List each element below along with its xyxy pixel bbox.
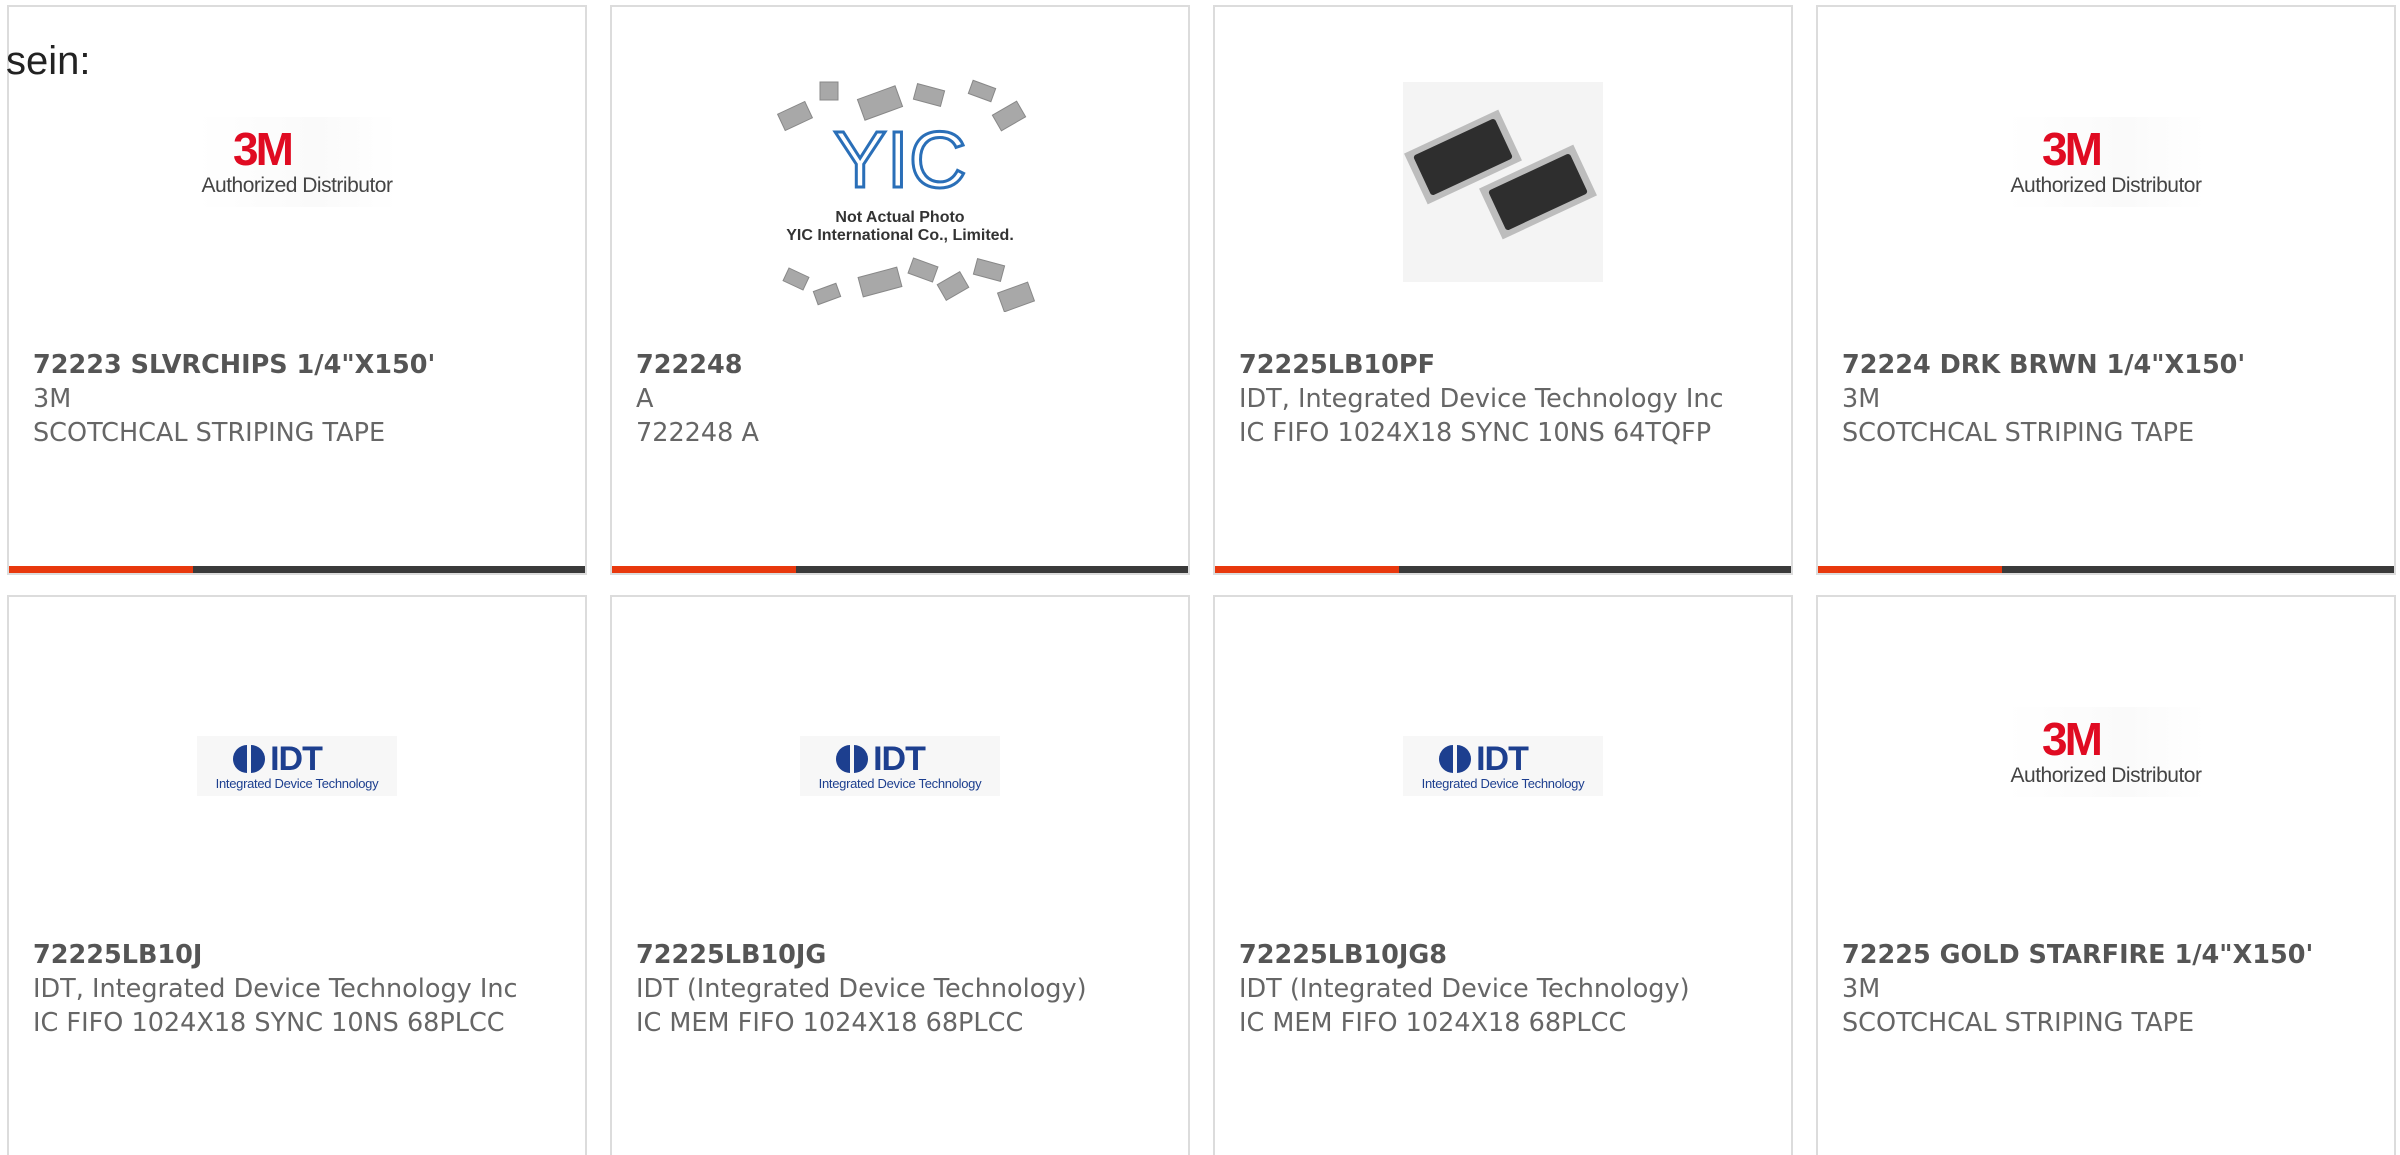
yic-not-actual-photo-label: Not Actual Photo xyxy=(835,209,964,226)
product-card[interactable]: 72225LB10PF IDT, Integrated Device Techn… xyxy=(1213,5,1793,575)
product-image[interactable]: IDT Integrated Device Technology xyxy=(1215,597,1791,927)
part-number-link[interactable]: 72225LB10JG xyxy=(636,938,1164,972)
product-card[interactable]: 3M Authorized Distributor 72224 DRK BRWN … xyxy=(1816,5,2396,575)
product-info: 72224 DRK BRWN 1/4"X150' 3M SCOTCHCAL ST… xyxy=(1842,348,2370,450)
manufacturer: 3M xyxy=(1842,384,1881,414)
product-info: 72225LB10JG IDT (Integrated Device Techn… xyxy=(636,938,1164,1040)
not-actual-photo-placeholder: YIC Not Actual PhotoYIC International Co.… xyxy=(776,79,1035,312)
tqfp-chip-photo xyxy=(1403,82,1603,282)
product-image[interactable]: 3M Authorized Distributor xyxy=(1818,597,2394,927)
manufacturer: IDT, Integrated Device Technology Inc xyxy=(1239,384,1724,414)
logo-idt-mark: IDT xyxy=(873,739,926,778)
product-info: 72223 SLVRCHIPS 1/4"X150' 3M SCOTCHCAL S… xyxy=(33,348,561,450)
product-image[interactable] xyxy=(1215,7,1791,337)
product-card[interactable]: IDT Integrated Device Technology 72225LB1… xyxy=(610,595,1190,1155)
yic-company-label: YIC International Co., Limited. xyxy=(786,227,1014,244)
product-description: SCOTCHCAL STRIPING TAPE xyxy=(1842,1008,2195,1038)
brand-logo-3m: 3M Authorized Distributor xyxy=(197,117,397,207)
card-footer-bar xyxy=(612,566,1188,573)
product-card[interactable]: 3M Authorized Distributor 72225 GOLD STAR… xyxy=(1816,595,2396,1155)
part-number-link[interactable]: 72225 GOLD STARFIRE 1/4"X150' xyxy=(1842,938,2370,972)
card-footer-bar xyxy=(1818,566,2394,573)
part-number-link[interactable]: 72225LB10JG8 xyxy=(1239,938,1767,972)
card-accent-bar xyxy=(9,566,194,573)
product-image[interactable]: 3M Authorized Distributor xyxy=(1818,7,2394,337)
logo-idt-mark: IDT xyxy=(270,739,323,778)
manufacturer: IDT (Integrated Device Technology) xyxy=(636,974,1087,1004)
part-number-link[interactable]: 72225LB10J xyxy=(33,938,561,972)
part-number-link[interactable]: 72225LB10PF xyxy=(1239,348,1767,382)
product-description: IC MEM FIFO 1024X18 68PLCC xyxy=(636,1008,1024,1038)
logo-idt-mark: IDT xyxy=(1476,739,1529,778)
card-accent-bar xyxy=(612,566,797,573)
brand-logo-idt: IDT Integrated Device Technology xyxy=(197,736,397,796)
logo-3m-subtitle: Authorized Distributor xyxy=(201,174,393,197)
brand-logo-3m: 3M Authorized Distributor xyxy=(2006,707,2206,797)
logo-3m-mark: 3M xyxy=(2042,713,2103,765)
logo-idt-subtitle: Integrated Device Technology xyxy=(1421,775,1585,791)
part-number-link[interactable]: 72224 DRK BRWN 1/4"X150' xyxy=(1842,348,2370,382)
logo-idt-subtitle: Integrated Device Technology xyxy=(818,775,982,791)
idt-emblem-icon xyxy=(233,744,266,773)
part-number-link[interactable]: 72223 SLVRCHIPS 1/4"X150' xyxy=(33,348,561,382)
manufacturer: IDT, Integrated Device Technology Inc xyxy=(33,974,518,1004)
product-description: IC MEM FIFO 1024X18 68PLCC xyxy=(1239,1008,1627,1038)
logo-idt-subtitle: Integrated Device Technology xyxy=(215,775,379,791)
yic-logo-mark: YIC xyxy=(833,115,966,204)
product-info: 72225 GOLD STARFIRE 1/4"X150' 3M SCOTCHC… xyxy=(1842,938,2370,1040)
card-footer-bar xyxy=(1215,566,1791,573)
product-card[interactable]: YIC Not Actual Photo YIC International Co.… xyxy=(610,5,1190,575)
card-footer-bar xyxy=(9,566,585,573)
product-info: 72225LB10J IDT, Integrated Device Techno… xyxy=(33,938,561,1040)
product-image[interactable]: IDT Integrated Device Technology xyxy=(9,597,585,927)
idt-emblem-icon xyxy=(1439,744,1472,773)
manufacturer: IDT (Integrated Device Technology) xyxy=(1239,974,1690,1004)
product-description: IC FIFO 1024X18 SYNC 10NS 68PLCC xyxy=(33,1008,505,1038)
product-description: IC FIFO 1024X18 SYNC 10NS 64TQFP xyxy=(1239,418,1712,448)
product-description: SCOTCHCAL STRIPING TAPE xyxy=(1842,418,2195,448)
manufacturer: 3M xyxy=(33,384,72,414)
brand-logo-3m: 3M Authorized Distributor xyxy=(2006,117,2206,207)
product-grid: 3M Authorized Distributor 72223 SLVRCHIPS… xyxy=(7,5,2400,1155)
logo-3m-subtitle: Authorized Distributor xyxy=(2010,764,2202,787)
logo-3m-mark: 3M xyxy=(2042,123,2103,175)
product-image[interactable]: 3M Authorized Distributor xyxy=(9,7,585,337)
brand-logo-idt: IDT Integrated Device Technology xyxy=(800,736,1000,796)
part-number-link[interactable]: 722248 xyxy=(636,348,1164,382)
product-grid-page: sein: 3M Authorized Distributor 72223 SLV… xyxy=(0,0,2400,1155)
idt-emblem-icon xyxy=(836,744,869,773)
card-accent-bar xyxy=(1215,566,1400,573)
product-info: 72225LB10JG8 IDT (Integrated Device Tech… xyxy=(1239,938,1767,1040)
product-image[interactable]: IDT Integrated Device Technology xyxy=(612,597,1188,927)
logo-3m-subtitle: Authorized Distributor xyxy=(2010,174,2202,197)
product-card[interactable]: IDT Integrated Device Technology 72225LB1… xyxy=(1213,595,1793,1155)
manufacturer: A xyxy=(636,384,654,414)
intro-text: sein: xyxy=(6,39,91,83)
logo-3m-mark: 3M xyxy=(233,123,294,175)
product-description: 722248 A xyxy=(636,418,759,448)
manufacturer: 3M xyxy=(1842,974,1881,1004)
product-description: SCOTCHCAL STRIPING TAPE xyxy=(33,418,386,448)
product-info: 722248 A 722248 A xyxy=(636,348,1164,450)
card-accent-bar xyxy=(1818,566,2003,573)
brand-logo-idt: IDT Integrated Device Technology xyxy=(1403,736,1603,796)
product-card[interactable]: 3M Authorized Distributor 72223 SLVRCHIPS… xyxy=(7,5,587,575)
product-card[interactable]: IDT Integrated Device Technology 72225LB1… xyxy=(7,595,587,1155)
product-info: 72225LB10PF IDT, Integrated Device Techn… xyxy=(1239,348,1767,450)
product-image[interactable]: YIC Not Actual Photo YIC International Co.… xyxy=(612,7,1188,337)
